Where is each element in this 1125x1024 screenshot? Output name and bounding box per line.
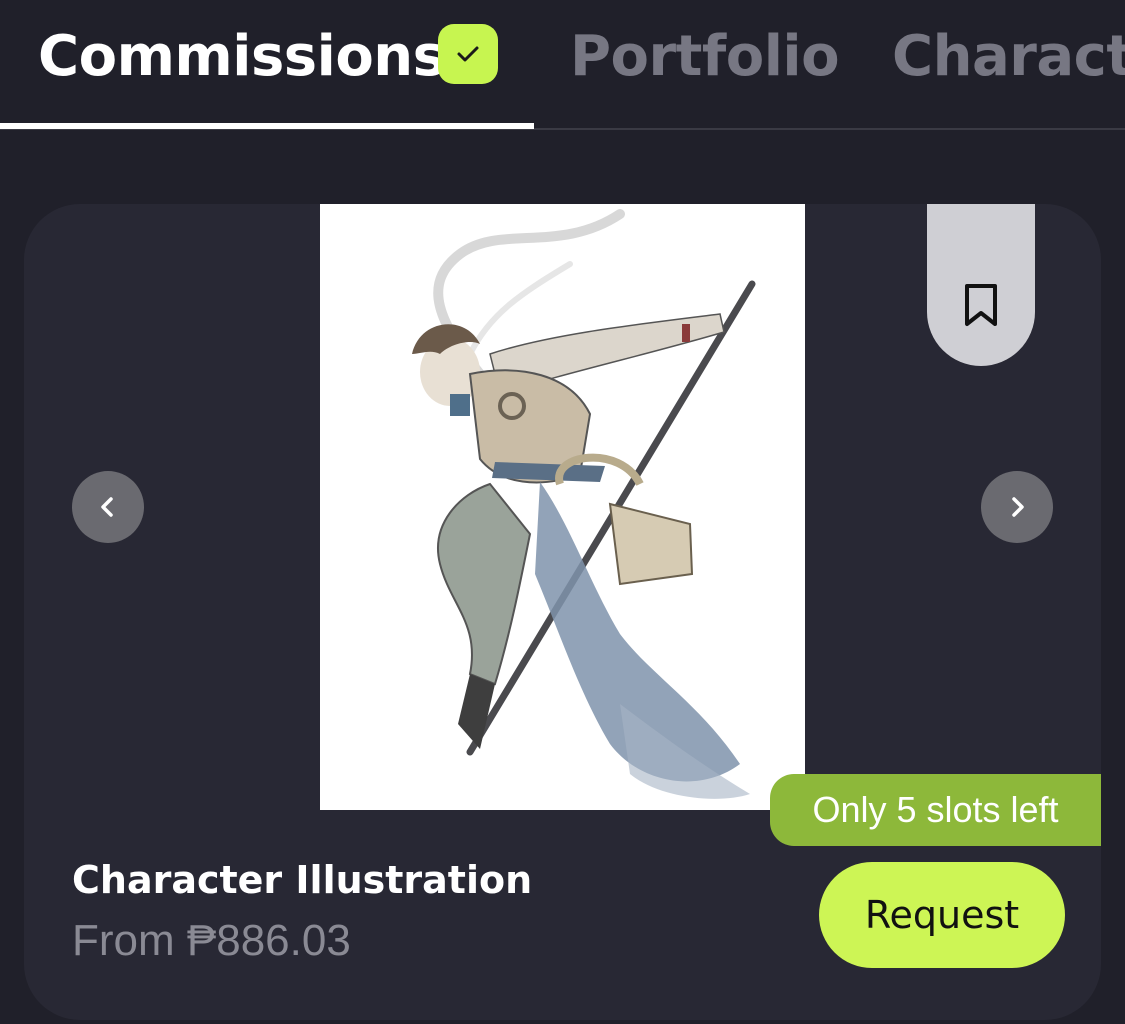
commission-title: Character Illustration bbox=[72, 858, 533, 902]
check-icon bbox=[457, 46, 479, 62]
commission-price: From ₱886.03 bbox=[72, 916, 351, 965]
tab-characters[interactable]: Characte bbox=[892, 22, 1125, 92]
active-tab-indicator bbox=[0, 123, 534, 129]
tab-portfolio[interactable]: Portfolio bbox=[570, 22, 840, 92]
tab-commissions[interactable]: Commissions bbox=[38, 22, 446, 92]
chevron-right-icon bbox=[1012, 497, 1024, 517]
carousel-next-button[interactable] bbox=[981, 471, 1053, 543]
commission-card[interactable]: Only 5 slots left Character Illustration… bbox=[24, 204, 1101, 1020]
artwork-image[interactable] bbox=[320, 204, 805, 810]
request-button[interactable]: Request bbox=[819, 862, 1065, 968]
chevron-left-icon bbox=[101, 497, 113, 517]
bookmark-button[interactable] bbox=[927, 204, 1035, 366]
verified-badge bbox=[438, 24, 498, 84]
slots-left-badge: Only 5 slots left bbox=[770, 774, 1101, 846]
tab-bar: Commissions Portfolio Characte bbox=[0, 0, 1125, 130]
character-illustration bbox=[412, 209, 756, 799]
commissions-screen: Commissions Portfolio Characte bbox=[0, 0, 1125, 1024]
carousel-prev-button[interactable] bbox=[72, 471, 144, 543]
bookmark-icon bbox=[965, 284, 997, 326]
